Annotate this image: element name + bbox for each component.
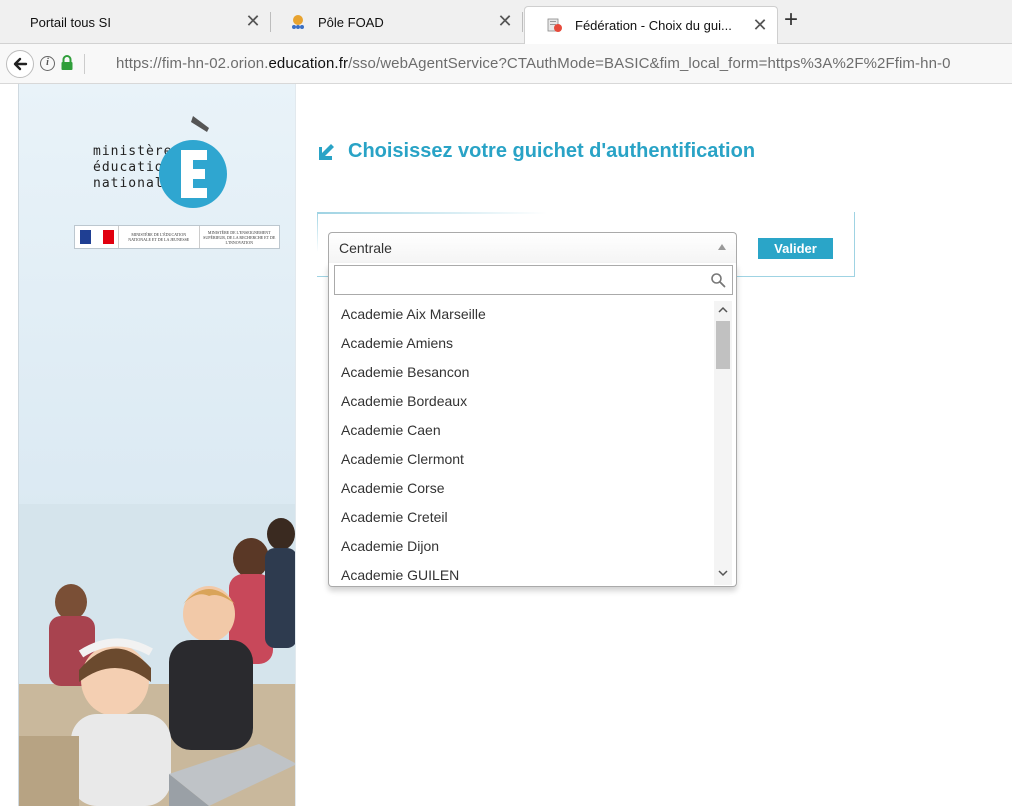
children-classroom-photo	[19, 504, 295, 806]
site-info-icon[interactable]: i	[40, 56, 55, 71]
frame-left-border	[317, 212, 318, 252]
option-item[interactable]: Academie Bordeaux	[329, 387, 713, 416]
browser-tab-bar: Portail tous SI ✕ Pôle FOAD ✕ Fédération…	[0, 0, 1012, 44]
option-item[interactable]: Academie Caen	[329, 416, 713, 445]
tab-label: Portail tous SI	[30, 14, 111, 30]
close-tab-icon[interactable]: ✕	[751, 16, 769, 34]
tab-label: Pôle FOAD	[318, 14, 384, 30]
federation-favicon-icon	[547, 18, 562, 32]
tab-separator	[522, 12, 523, 32]
back-arrow-icon	[13, 57, 28, 71]
url-separator	[84, 54, 85, 74]
search-icon	[711, 273, 726, 288]
option-item[interactable]: Academie Creteil	[329, 503, 713, 532]
url-prefix: https://fim-hn-02.orion.	[116, 55, 269, 72]
frame-top-border	[317, 212, 547, 214]
ministry-e-logo-icon	[159, 116, 227, 208]
option-item[interactable]: Academie Dijon	[329, 532, 713, 561]
option-item[interactable]: Academie GUILEN	[329, 561, 713, 586]
scrollbar-thumb[interactable]	[716, 321, 730, 369]
sidebar: ministère éducation nationale MINISTÈRE …	[18, 84, 296, 806]
ministry-name-research: MINISTÈRE DE L'ENSEIGNEMENT SUPÉRIEUR, D…	[203, 229, 276, 245]
dropdown-scrollbar[interactable]	[714, 301, 732, 585]
government-logo-strip: MINISTÈRE DE L'ÉDUCATION NATIONALE ET DE…	[74, 225, 280, 249]
select-dropdown: Academie Aix Marseille Academie Amiens A…	[328, 263, 737, 587]
selected-value: Centrale	[339, 240, 392, 256]
marianne-flag-icon	[75, 226, 119, 248]
lock-icon[interactable]	[60, 54, 74, 72]
dropdown-search	[334, 265, 733, 295]
close-tab-icon[interactable]: ✕	[496, 12, 514, 30]
option-item[interactable]: Academie Amiens	[329, 329, 713, 358]
dropdown-search-input[interactable]	[335, 266, 705, 292]
option-item[interactable]: Academie Clermont	[329, 445, 713, 474]
scroll-up-icon[interactable]	[718, 306, 728, 317]
ministry-name-education: MINISTÈRE DE L'ÉDUCATION NATIONALE ET DE…	[119, 226, 200, 248]
valider-button[interactable]: Valider	[758, 238, 833, 259]
tab-separator	[270, 12, 271, 32]
url-suffix: /sso/webAgentService?CTAuthMode=BASIC&fi…	[348, 55, 951, 72]
scroll-down-icon[interactable]	[718, 569, 728, 580]
pole-foad-favicon-icon	[292, 15, 304, 29]
page-heading: Choisissez votre guichet d'authentificat…	[318, 140, 755, 163]
tab-label: Fédération - Choix du gui...	[575, 18, 732, 33]
back-button[interactable]	[6, 50, 34, 78]
url-field[interactable]: https://fim-hn-02.orion.education.fr/sso…	[116, 55, 951, 72]
page-title: Choisissez votre guichet d'authentificat…	[348, 140, 756, 162]
guichet-select[interactable]: Centrale	[328, 232, 737, 264]
option-list: Academie Aix Marseille Academie Amiens A…	[329, 300, 713, 586]
option-item[interactable]: Academie Corse	[329, 474, 713, 503]
tab-portail-tous-si[interactable]: Portail tous SI ✕	[0, 6, 270, 38]
navigation-bar: i https://fim-hn-02.orion.education.fr/s…	[0, 44, 1012, 84]
option-item[interactable]: Academie Besancon	[329, 358, 713, 387]
new-tab-icon[interactable]: +	[784, 8, 798, 32]
tab-federation[interactable]: Fédération - Choix du gui... ✕	[524, 6, 778, 44]
chevron-up-icon[interactable]	[718, 244, 726, 250]
page-content: ministère éducation nationale MINISTÈRE …	[0, 84, 1012, 806]
tab-pole-foad[interactable]: Pôle FOAD ✕	[272, 6, 522, 38]
arrow-down-right-icon	[319, 143, 334, 160]
option-item[interactable]: Academie Aix Marseille	[329, 300, 713, 329]
url-domain: education.fr	[268, 55, 349, 72]
close-tab-icon[interactable]: ✕	[244, 12, 262, 30]
